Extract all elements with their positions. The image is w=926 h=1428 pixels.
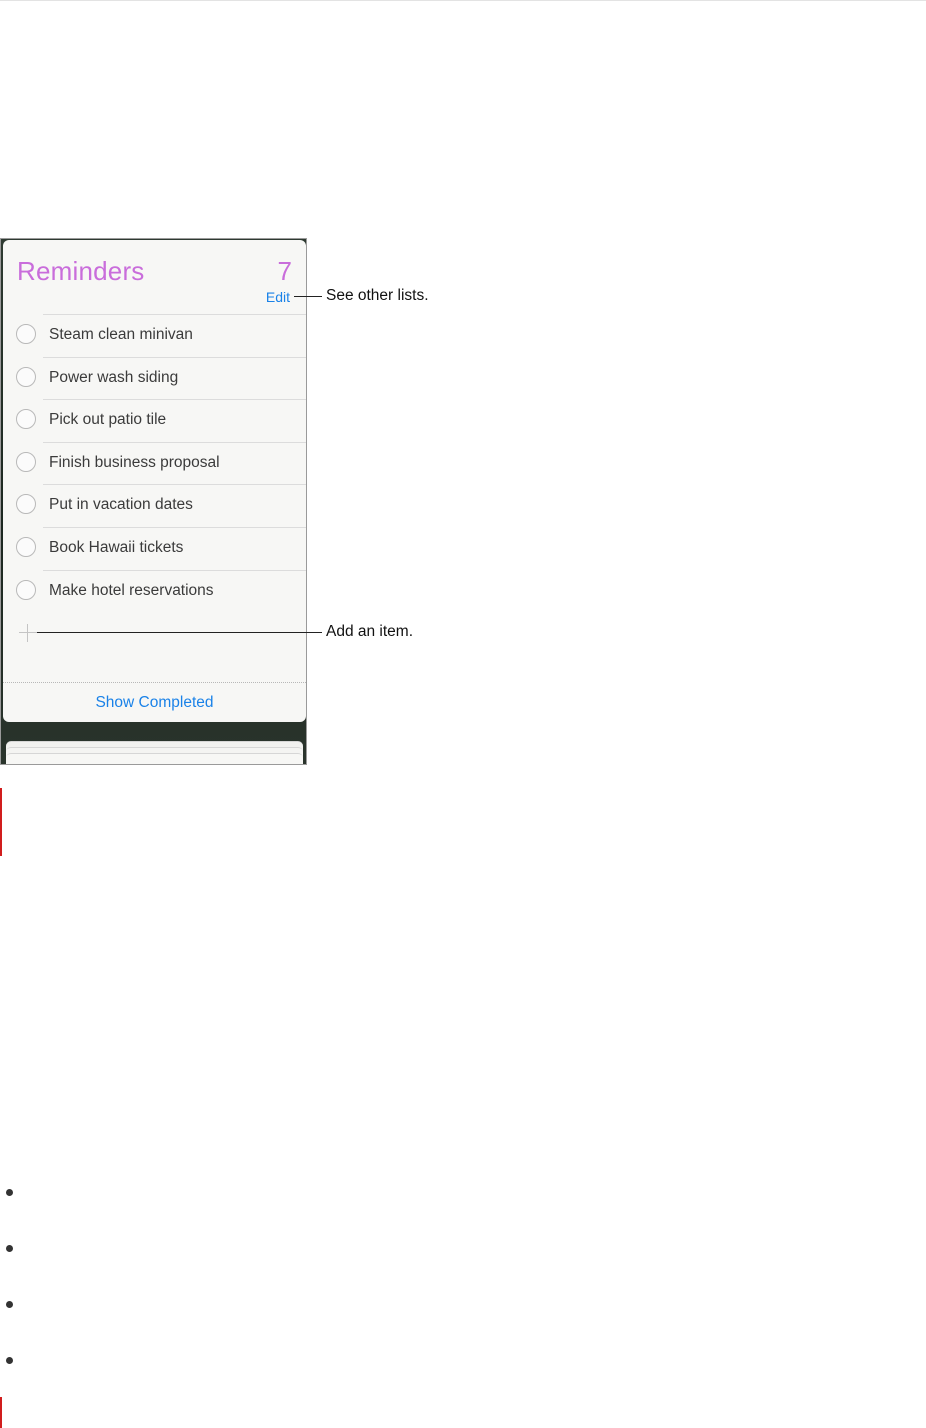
add-callout-line (37, 632, 322, 633)
dotted-divider (3, 682, 306, 683)
blank-row (3, 655, 306, 683)
show-completed-button[interactable]: Show Completed (3, 694, 306, 712)
edit-callout-text: See other lists. (326, 287, 429, 304)
checkbox-circle-icon[interactable] (16, 579, 36, 600)
list-item[interactable]: Put in vacation dates (3, 484, 306, 527)
row-separator (43, 484, 306, 486)
row-separator (43, 314, 306, 315)
item-count: 7 (277, 256, 292, 286)
row-separator (43, 526, 306, 528)
checkbox-circle-icon[interactable] (16, 451, 36, 472)
stacked-list-3[interactable] (6, 753, 303, 764)
checkbox-circle-icon[interactable] (16, 366, 36, 387)
item-label: Power wash siding (49, 368, 179, 386)
checkbox-circle-icon[interactable] (16, 494, 36, 515)
item-label: Steam clean minivan (49, 326, 193, 343)
bullet-dot (6, 1189, 13, 1196)
list-item[interactable]: Steam clean minivan (3, 314, 306, 357)
list-title: Reminders (17, 256, 145, 286)
bullet-dot (6, 1245, 13, 1252)
add-callout-text: Add an item. (326, 623, 414, 640)
item-label: Pick out patio tile (49, 411, 167, 429)
row-separator (43, 356, 306, 358)
row-separator (43, 569, 306, 571)
red-margin-rule (0, 1397, 2, 1428)
edit-button[interactable]: Edit (266, 289, 290, 305)
item-label: Finish business proposal (49, 453, 220, 471)
add-item-row[interactable] (3, 612, 306, 655)
list-item[interactable]: Power wash siding (3, 356, 306, 400)
item-label: Make hotel reservations (49, 581, 214, 599)
plus-icon[interactable] (19, 624, 37, 643)
list-item[interactable]: Pick out patio tile (3, 399, 306, 442)
list-item[interactable]: Finish business proposal (3, 441, 306, 485)
bullet-dot (6, 1357, 13, 1364)
item-label: Put in vacation dates (49, 496, 193, 514)
list-item[interactable]: Make hotel reservations (3, 569, 306, 613)
red-margin-rule (0, 788, 2, 856)
reminders-screenshot: Reminders 7 Edit Steam clean minivan Pow… (0, 238, 307, 765)
checkbox-circle-icon[interactable] (16, 324, 36, 344)
checkbox-circle-icon[interactable] (16, 409, 36, 430)
top-rule (0, 0, 926, 1)
reminders-list-card: Reminders 7 Edit Steam clean minivan Pow… (3, 240, 306, 722)
bullet-dot (6, 1301, 13, 1308)
checkbox-circle-icon[interactable] (16, 536, 36, 557)
list-item[interactable]: Book Hawaii tickets (3, 526, 306, 570)
reminder-rows: Steam clean minivan Power wash siding Pi… (3, 314, 306, 683)
item-label: Book Hawaii tickets (49, 538, 184, 556)
edit-callout-line (294, 296, 322, 297)
row-separator (43, 399, 306, 401)
row-separator (43, 441, 306, 443)
